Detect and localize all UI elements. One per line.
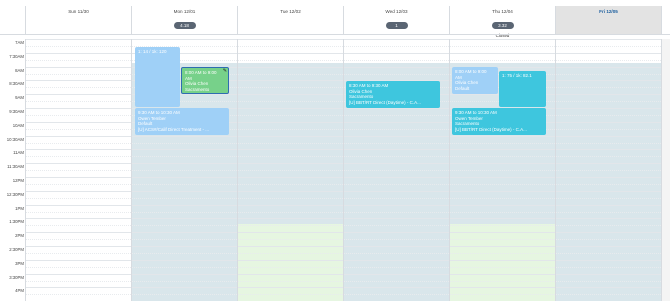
event-line: Default [455,85,470,91]
time-label: 2:30PM [9,247,24,252]
day-header-row: Sun 11/30 Mon 12/01 4.18 Tue 12/02 Wed 1… [0,6,670,38]
time-label: 3PM [15,260,24,266]
time-label: 4PM [15,288,24,294]
week-calendar: Sun 11/30 Mon 12/01 4.18 Tue 12/02 Wed 1… [0,6,670,301]
hours-badge: 4.18 [173,22,196,29]
day-label: Wed 12/03 [385,9,408,14]
day-label: Tue 12/02 [280,9,301,14]
time-label: 10:30AM [6,136,24,142]
time-label: 2PM [15,233,24,239]
time-label: 3:30PM [9,274,24,280]
event-line: [U] BBT/RT Direct (Daytime) - C.A... [349,99,421,105]
day-header-sun[interactable]: Sun 11/30 [25,6,131,34]
event-line: Sacramento [185,86,210,92]
event-line: [U] BBT/RT Direct (Daytime) - C.A... [455,126,527,132]
time-label: 8:30AM [9,81,24,87]
time-label: 10AM [12,122,24,128]
time-label: 1PM [15,205,24,211]
fri-unavailable [555,63,661,301]
hours-badge: 3.32 [491,22,514,29]
day-label: Mon 12/01 [173,9,196,14]
time-label: 12PM [12,178,24,183]
event-line: [U] ACS#/Calif Direct Treatment - ... [138,126,210,132]
time-label: 12:30PM [6,191,24,197]
time-label: 11AM [13,150,24,156]
thu-available [449,224,555,301]
time-label: 7:30AM [9,53,24,59]
tue-available [237,224,343,301]
time-label: 9AM [15,95,24,101]
time-grid: 7AM 7:30AM 8AM 8:30AM 9AM 9:30AM 10AM 10… [0,39,670,301]
calendar-event-thu-owen[interactable]: 9:30 AM to 10:30 AM Owen Tember Sacramen… [452,108,546,135]
hours-badge: 1 [385,22,408,29]
day-header-tue[interactable]: Tue 12/02 [237,6,343,34]
day-header-mon[interactable]: Mon 12/01 4.18 [131,6,237,34]
day-label: Fri 12/05 [599,9,618,14]
day-header-thu[interactable]: Thu 12/04 3.32 Closed [449,6,555,38]
event-line: 1: 14 / 1k: 120 [138,49,167,54]
time-label: 7AM [15,40,24,45]
edit-icon[interactable]: ✎ [223,68,227,75]
calendar-event-mon-olivia[interactable]: ✎ 8:00 AM to 9:00 AM Olivia Chen Sacrame… [181,67,229,94]
day-label: Thu 12/04 [492,9,513,14]
day-header-wed[interactable]: Wed 12/03 1 [343,6,449,34]
time-label: 8AM [15,67,24,73]
calendar-event-thu-olivia[interactable]: 8:00 AM to 9:00 AM Olivia Chen Default [452,67,498,94]
time-label: 11:30AM [7,164,24,170]
time-gutter-header [0,6,25,34]
calendar-event-mon-summary[interactable]: 1: 14 / 1k: 120 [135,47,180,107]
day-label: Sun 11/30 [68,9,89,14]
event-line: 1: 75 / 1k: 82.1 [502,73,532,78]
day-header-fri[interactable]: Fri 12/05 [555,6,661,34]
time-label: 1:30PM [9,219,24,225]
scrollbar-track[interactable] [661,39,670,301]
time-label: 9:30AM [9,109,24,114]
calendar-event-wed-olivia[interactable]: 8:30 AM to 9:30 AM Olivia Chen Sacrament… [346,81,440,108]
scrollbar-header [661,6,670,34]
calendar-event-thu-summary[interactable]: 1: 75 / 1k: 82.1 [499,71,546,107]
calendar-event-mon-owen[interactable]: 9:30 AM to 10:30 AM Owen Tember Default … [135,108,229,135]
